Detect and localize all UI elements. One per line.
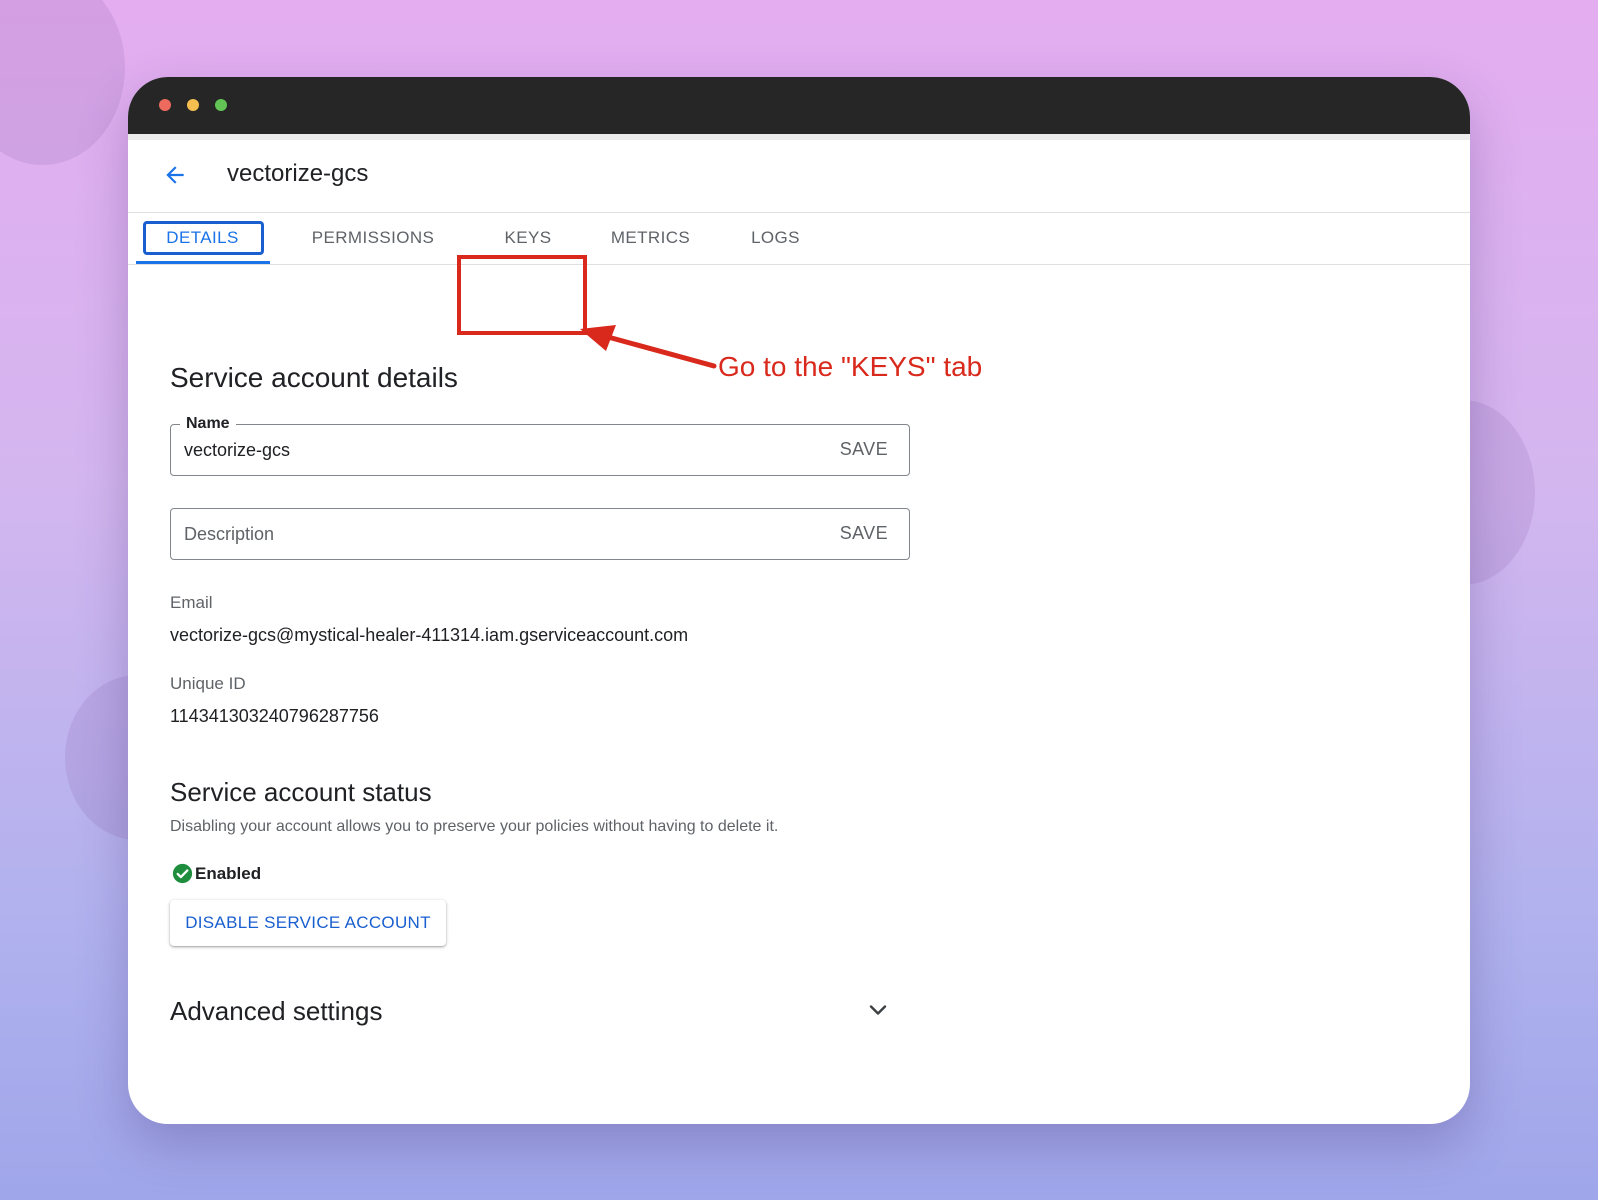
close-window-button[interactable] bbox=[159, 99, 171, 111]
save-name-button[interactable]: SAVE bbox=[840, 439, 888, 460]
disable-service-account-button[interactable]: DISABLE SERVICE ACCOUNT bbox=[170, 900, 446, 946]
section-title-advanced: Advanced settings bbox=[170, 996, 383, 1026]
page-content: vectorize-gcs DETAILS PERMISSIONS KEYS M… bbox=[128, 140, 1470, 1124]
check-circle-icon bbox=[172, 863, 193, 884]
tab-logs[interactable]: LOGS bbox=[728, 213, 823, 263]
annotation-highlight-box bbox=[457, 255, 587, 335]
email-value: vectorize-gcs@mystical-healer-411314.iam… bbox=[170, 625, 689, 645]
app-window: vectorize-gcs DETAILS PERMISSIONS KEYS M… bbox=[128, 77, 1470, 1124]
status-description: Disabling your account allows you to pre… bbox=[170, 818, 779, 835]
minimize-window-button[interactable] bbox=[187, 99, 199, 111]
chevron-down-icon[interactable] bbox=[866, 998, 890, 1022]
page-title: vectorize-gcs bbox=[227, 160, 369, 187]
arrow-back-icon[interactable] bbox=[162, 162, 188, 188]
maximize-window-button[interactable] bbox=[215, 99, 227, 111]
description-field[interactable]: Description SAVE bbox=[170, 508, 910, 560]
name-input[interactable]: vectorize-gcs bbox=[184, 440, 290, 461]
tabs-divider bbox=[128, 264, 1470, 265]
window-titlebar bbox=[128, 77, 1470, 134]
save-description-button[interactable]: SAVE bbox=[840, 523, 888, 544]
annotation-text: Go to the "KEYS" tab bbox=[718, 351, 983, 382]
section-title-status: Service account status bbox=[170, 777, 432, 807]
status-text: Enabled bbox=[195, 864, 262, 883]
tab-bar: DETAILS PERMISSIONS KEYS METRICS LOGS bbox=[128, 213, 1470, 265]
email-label: Email bbox=[170, 593, 213, 612]
background-blob bbox=[0, 0, 125, 165]
unique-id-label: Unique ID bbox=[170, 674, 246, 693]
name-field[interactable]: Name vectorize-gcs SAVE bbox=[170, 415, 910, 476]
advanced-settings-toggle[interactable]: Advanced settings bbox=[170, 990, 910, 1036]
tab-details[interactable]: DETAILS bbox=[142, 213, 263, 263]
name-field-label: Name bbox=[180, 415, 236, 433]
tab-keys[interactable]: KEYS bbox=[473, 213, 583, 263]
description-input[interactable]: Description bbox=[184, 524, 274, 545]
section-title-details: Service account details bbox=[170, 362, 458, 393]
tab-permissions[interactable]: PERMISSIONS bbox=[288, 213, 458, 263]
tab-metrics[interactable]: METRICS bbox=[593, 213, 708, 263]
annotation-arrow-icon bbox=[580, 325, 717, 369]
unique-id-value: 114341303240796287756 bbox=[170, 706, 379, 726]
